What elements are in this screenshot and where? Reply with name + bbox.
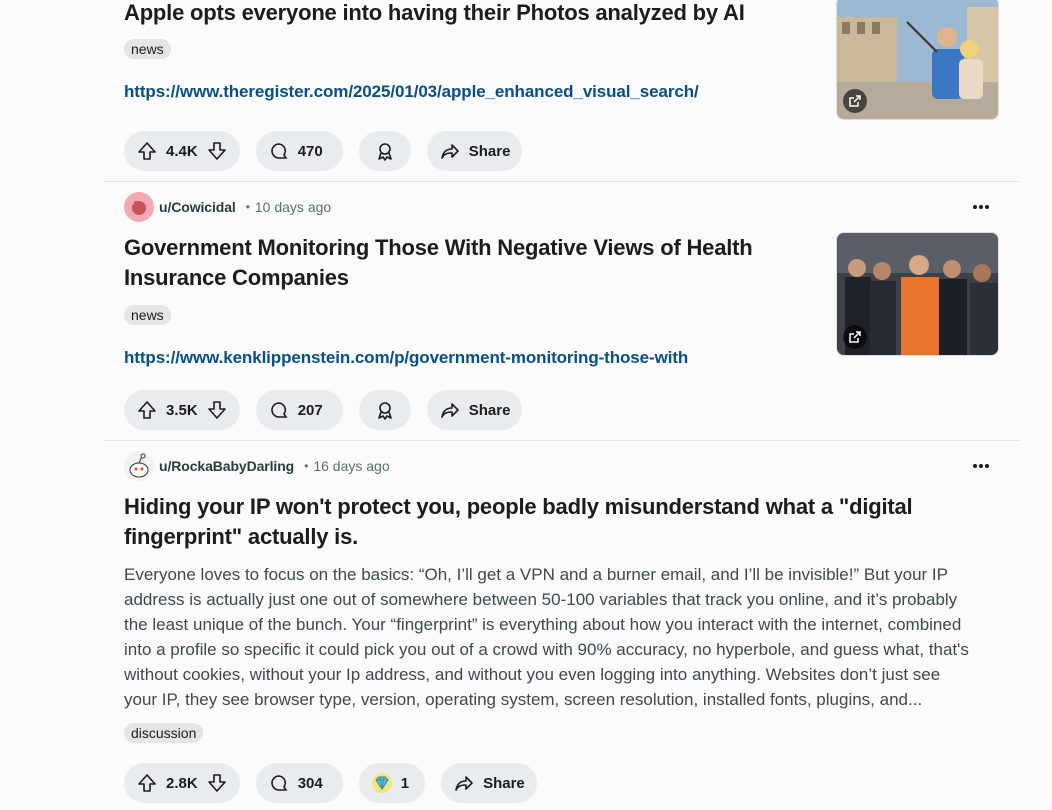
share-label: Share: [468, 142, 511, 160]
post-flair[interactable]: news: [124, 39, 171, 59]
post-actions: 3.5K 207 Share: [124, 390, 523, 430]
comment-count: 304: [297, 774, 323, 792]
post-meta: u/Cowicidal • 10 days ago: [124, 191, 331, 223]
post-time: 10 days ago: [254, 199, 332, 215]
share-button[interactable]: Share: [426, 131, 523, 171]
post-time: 16 days ago: [313, 458, 390, 474]
comments-button[interactable]: 207: [255, 390, 343, 430]
post-flair[interactable]: news: [124, 305, 171, 325]
post-title-line: Hiding your IP won't protect you, people…: [124, 494, 913, 519]
post-meta: u/RockaBabyDarling • 16 days ago: [124, 450, 390, 482]
avatar[interactable]: [124, 451, 154, 481]
post-link[interactable]: https://www.theregister.com/2025/01/03/a…: [124, 82, 699, 102]
post-title[interactable]: Apple opts everyone into having their Ph…: [124, 0, 745, 28]
upvote-icon[interactable]: [136, 140, 158, 162]
separator-dot: •: [304, 459, 309, 473]
post-feed: Apple opts everyone into having their Ph…: [0, 0, 1052, 810]
share-icon: [439, 399, 461, 421]
downvote-icon[interactable]: [206, 140, 228, 162]
diamond-award-icon: [371, 772, 393, 794]
award-icon: [374, 399, 396, 421]
post-link[interactable]: https://www.kenklippenstein.com/p/govern…: [124, 348, 688, 368]
vote-count: 3.5K: [166, 401, 198, 419]
share-button[interactable]: Share: [426, 390, 523, 430]
comment-icon: [268, 399, 290, 421]
external-link-icon: [843, 89, 867, 113]
comments-button[interactable]: 304: [255, 763, 343, 803]
post-body[interactable]: Everyone loves to focus on the basics: “…: [124, 562, 1004, 712]
post-actions: 4.4K 470 Share: [124, 131, 523, 171]
post-body-line: without cookies, without your Ip address…: [124, 665, 941, 684]
vote-control: 2.8K: [124, 763, 240, 803]
upvote-icon[interactable]: [136, 772, 158, 794]
post-thumbnail[interactable]: [836, 0, 999, 120]
downvote-icon[interactable]: [206, 772, 228, 794]
comment-count: 470: [297, 142, 323, 160]
post-body-line: address is actually just one out of some…: [124, 590, 958, 609]
downvote-icon[interactable]: [206, 399, 228, 421]
post-title-line: Insurance Companies: [124, 265, 349, 290]
post-card[interactable]: Apple opts everyone into having their Ph…: [104, 0, 1018, 181]
post-thumbnail[interactable]: [836, 232, 999, 356]
share-label: Share: [468, 401, 511, 419]
post-body-line: Everyone loves to focus on the basics: “…: [124, 565, 948, 584]
post-body-line: your IP, they see browser type, version,…: [124, 690, 923, 709]
vote-control: 4.4K: [124, 131, 240, 171]
post-flair[interactable]: discussion: [124, 723, 204, 743]
more-options-icon[interactable]: [966, 192, 996, 222]
post-author[interactable]: u/Cowicidal: [159, 199, 236, 215]
share-button[interactable]: Share: [441, 763, 537, 803]
post-title-line: Government Monitoring Those With Negativ…: [124, 235, 753, 260]
post-body-line: into a profile so specific it could pick…: [124, 640, 969, 659]
award-button[interactable]: [358, 131, 411, 171]
post-author[interactable]: u/RockaBabyDarling: [159, 458, 294, 474]
award-button[interactable]: 1: [358, 763, 426, 803]
post-card[interactable]: u/Cowicidal • 10 days ago Government Mon…: [104, 182, 1018, 440]
separator-dot: •: [245, 200, 250, 214]
post-title-line: fingerprint" actually is.: [124, 524, 359, 549]
post-title[interactable]: Government Monitoring Those With Negativ…: [124, 233, 753, 293]
vote-count: 4.4K: [166, 142, 198, 160]
award-count: 1: [400, 774, 410, 792]
external-link-icon: [843, 325, 867, 349]
post-title[interactable]: Hiding your IP won't protect you, people…: [124, 492, 913, 552]
avatar[interactable]: [124, 192, 154, 222]
comment-count: 207: [297, 401, 323, 419]
share-label: Share: [483, 774, 525, 792]
comment-icon: [268, 772, 290, 794]
post-actions: 2.8K 304 1 Share: [124, 763, 537, 803]
post-body-line: the least unique of the bunch. Your “fin…: [124, 615, 962, 634]
upvote-icon[interactable]: [136, 399, 158, 421]
award-button[interactable]: [358, 390, 411, 430]
award-icon: [374, 140, 396, 162]
vote-control: 3.5K: [124, 390, 240, 430]
vote-count: 2.8K: [166, 774, 198, 792]
comment-icon: [268, 140, 290, 162]
comments-button[interactable]: 470: [255, 131, 343, 171]
share-icon: [453, 772, 475, 794]
more-options-icon[interactable]: [966, 451, 996, 481]
post-card[interactable]: u/RockaBabyDarling • 16 days ago Hiding …: [104, 441, 1018, 810]
share-icon: [439, 140, 461, 162]
